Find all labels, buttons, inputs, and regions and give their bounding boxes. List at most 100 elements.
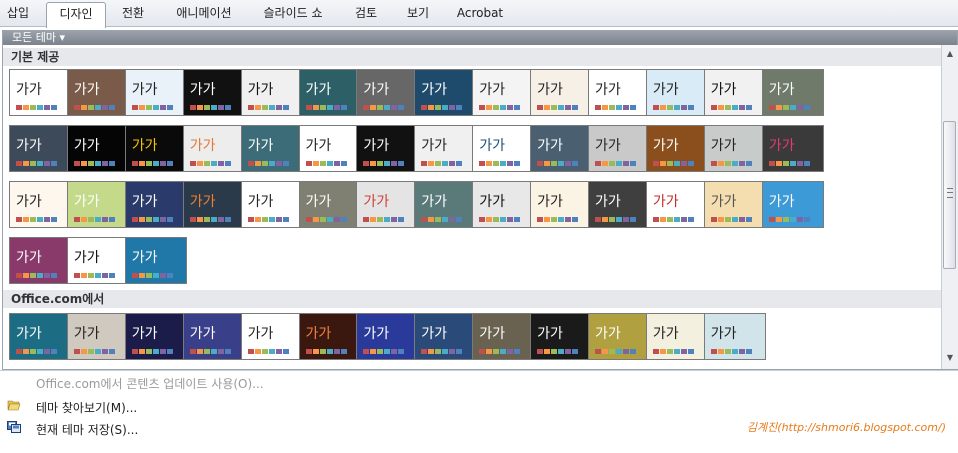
theme-thumbnail[interactable]: 가가	[703, 69, 766, 116]
theme-sample-text: 가가	[363, 82, 390, 98]
theme-color-swatch	[724, 217, 731, 222]
theme-thumbnail[interactable]: 가가	[414, 181, 477, 228]
tab-animations[interactable]: 애니메이션	[166, 2, 242, 25]
theme-thumbnail[interactable]: 가가	[761, 125, 824, 172]
theme-color-swatch	[80, 217, 87, 222]
theme-thumbnail[interactable]: 가가	[66, 313, 129, 360]
theme-thumbnail[interactable]: 가가	[9, 125, 71, 172]
scroll-thumb[interactable]	[943, 121, 956, 269]
theme-thumbnail[interactable]: 가가	[356, 125, 419, 172]
theme-thumbnail[interactable]: 가가	[703, 181, 766, 228]
menu-save-current-theme[interactable]: 현재 테마 저장(S)...	[36, 421, 138, 438]
theme-thumbnail[interactable]: 가가	[182, 125, 245, 172]
theme-color-swatch	[710, 161, 717, 166]
theme-thumbnail[interactable]: 가가	[182, 181, 245, 228]
theme-thumbnail[interactable]: 가가	[472, 313, 535, 360]
theme-color-swatch	[803, 105, 810, 110]
theme-thumbnail[interactable]: 가가	[645, 313, 708, 360]
theme-color-swatch	[384, 161, 391, 166]
theme-thumbnail[interactable]: 가가	[530, 313, 593, 360]
theme-thumbnail[interactable]: 가가	[124, 237, 187, 284]
theme-thumbnail[interactable]: 가가	[66, 69, 129, 116]
theme-color-swatch	[73, 161, 80, 166]
theme-thumbnail[interactable]: 가가	[9, 237, 71, 284]
tab-acrobat[interactable]: Acrobat	[450, 2, 510, 25]
theme-color-swatch	[384, 217, 391, 222]
theme-thumbnail[interactable]: 가가	[414, 313, 477, 360]
theme-thumbnail[interactable]: 가가	[298, 69, 361, 116]
theme-thumbnail[interactable]: 가가	[240, 181, 303, 228]
theme-thumbnail[interactable]: 가가	[588, 181, 650, 228]
tab-review[interactable]: 검토	[344, 2, 388, 25]
theme-color-swatch	[731, 161, 738, 166]
theme-thumbnail[interactable]: 가가	[703, 313, 766, 360]
theme-thumbnail[interactable]: 가가	[761, 181, 824, 228]
theme-thumbnail[interactable]: 가가	[588, 313, 650, 360]
theme-thumbnail[interactable]: 가가	[66, 181, 129, 228]
theme-thumbnail[interactable]: 가가	[645, 181, 708, 228]
theme-thumbnail[interactable]: 가가	[124, 313, 187, 360]
theme-thumbnail[interactable]: 가가	[761, 69, 824, 116]
theme-thumbnail[interactable]: 가가	[472, 69, 535, 116]
theme-thumbnail[interactable]: 가가	[66, 237, 129, 284]
theme-thumbnail[interactable]: 가가	[9, 181, 71, 228]
theme-thumbnail[interactable]: 가가	[414, 125, 477, 172]
theme-color-swatch	[340, 349, 347, 354]
theme-color-swatch	[421, 217, 428, 222]
theme-thumbnail[interactable]: 가가	[124, 69, 187, 116]
gallery-scrollbar[interactable]: ▲ ▼	[941, 45, 958, 369]
theme-thumbnail[interactable]: 가가	[588, 69, 650, 116]
theme-color-swatch	[551, 105, 558, 110]
theme-thumbnail[interactable]: 가가	[530, 125, 593, 172]
theme-thumbnail[interactable]: 가가	[124, 181, 187, 228]
theme-thumbnail[interactable]: 가가	[124, 125, 187, 172]
theme-color-swatch	[203, 349, 210, 354]
menu-browse-themes[interactable]: 테마 찾아보기(M)...	[36, 399, 137, 416]
theme-thumbnail[interactable]: 가가	[530, 181, 593, 228]
theme-color-swatch	[224, 105, 231, 110]
theme-color-swatch	[789, 105, 796, 110]
theme-thumbnail[interactable]: 가가	[472, 125, 535, 172]
theme-thumbnail[interactable]: 가가	[240, 313, 303, 360]
tab-design[interactable]: 디자인	[46, 2, 106, 28]
theme-color-swatch	[782, 105, 789, 110]
theme-color-swatch	[442, 217, 449, 222]
theme-thumbnail[interactable]: 가가	[9, 313, 71, 360]
theme-thumbnail[interactable]: 가가	[356, 181, 419, 228]
tab-transitions[interactable]: 전환	[112, 2, 154, 25]
theme-thumbnail[interactable]: 가가	[530, 69, 593, 116]
theme-thumbnail[interactable]: 가가	[240, 69, 303, 116]
theme-thumbnail[interactable]: 가가	[298, 313, 361, 360]
menu-enable-office-updates[interactable]: Office.com에서 콘텐츠 업데이트 사용(O)...	[36, 375, 264, 392]
theme-color-swatch	[796, 105, 803, 110]
theme-color-swatch	[217, 105, 224, 110]
theme-thumbnail[interactable]: 가가	[356, 69, 419, 116]
scroll-up-button[interactable]: ▲	[943, 47, 957, 61]
theme-thumbnail[interactable]: 가가	[703, 125, 766, 172]
theme-thumbnail[interactable]: 가가	[298, 125, 361, 172]
tab-slide-show[interactable]: 슬라이드 쇼	[254, 2, 332, 25]
theme-thumbnail[interactable]: 가가	[472, 181, 535, 228]
theme-color-swatch	[537, 349, 544, 354]
theme-color-swatch	[159, 273, 166, 278]
theme-color-swatch	[319, 105, 326, 110]
theme-thumbnail[interactable]: 가가	[588, 125, 650, 172]
tab-view[interactable]: 보기	[396, 2, 440, 25]
theme-thumbnail[interactable]: 가가	[645, 69, 708, 116]
theme-thumbnail[interactable]: 가가	[182, 69, 245, 116]
theme-thumbnail[interactable]: 가가	[298, 181, 361, 228]
theme-thumbnail[interactable]: 가가	[645, 125, 708, 172]
theme-thumbnail[interactable]: 가가	[182, 313, 245, 360]
theme-color-swatch	[507, 349, 514, 354]
theme-thumbnail[interactable]: 가가	[240, 125, 303, 172]
theme-color-swatch	[44, 349, 50, 354]
theme-thumbnail[interactable]: 가가	[414, 69, 477, 116]
theme-color-swatch	[775, 161, 782, 166]
scroll-down-button[interactable]: ▼	[943, 351, 957, 365]
theme-thumbnail[interactable]: 가가	[356, 313, 419, 360]
theme-thumbnail[interactable]: 가가	[9, 69, 71, 116]
theme-thumbnail[interactable]: 가가	[66, 125, 129, 172]
theme-filter-dropdown[interactable]: 모든 테마 ▾	[12, 31, 65, 45]
theme-color-swatch	[717, 105, 724, 110]
tab-insert[interactable]: 삽입	[4, 2, 32, 25]
